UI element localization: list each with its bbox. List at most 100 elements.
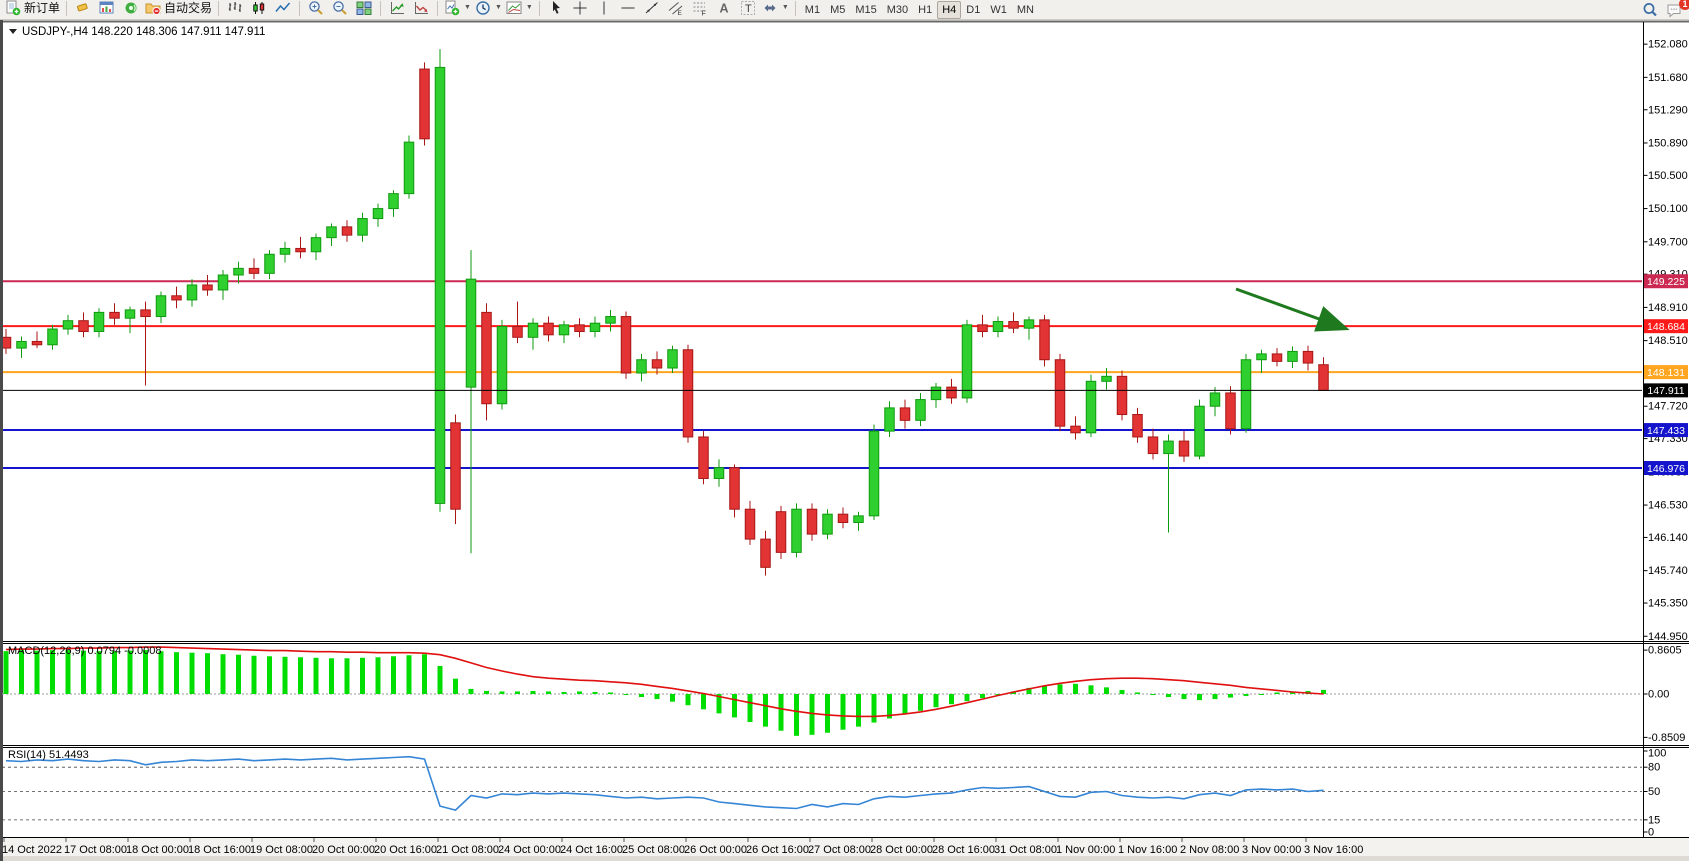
macd-bar: [918, 694, 923, 711]
horizontal-line-icon: [620, 0, 636, 16]
candle: [528, 323, 538, 337]
timeframe-w1-button[interactable]: W1: [985, 2, 1012, 18]
candle: [373, 209, 383, 219]
time-axis-label: 26 Oct 00:00: [684, 844, 747, 856]
svg-text:144.950: 144.950: [1648, 631, 1688, 643]
svg-text:0: 0: [1648, 827, 1654, 839]
macd-bar: [1042, 686, 1047, 694]
cursor-icon: [548, 0, 564, 16]
macd-bar: [314, 658, 319, 694]
auto-trading-icon: [145, 0, 161, 16]
macd-bar: [283, 657, 288, 694]
macd-bar: [841, 694, 846, 730]
eraser-button[interactable]: [71, 0, 95, 17]
macd-bar: [252, 656, 257, 694]
svg-text:0.00: 0.00: [1648, 689, 1669, 701]
chart-title: USDJPY-,H4 148.220 148.306 147.911 147.9…: [22, 26, 265, 38]
candle: [1148, 437, 1158, 454]
candle: [590, 323, 600, 331]
chat-button[interactable]: 1: [1662, 1, 1686, 19]
svg-text:147.720: 147.720: [1648, 401, 1688, 413]
timeframe-h4-button[interactable]: H4: [937, 1, 961, 19]
macd-bar: [391, 656, 396, 694]
zoom-in-button[interactable]: [304, 0, 328, 17]
add-indicator-button[interactable]: ▼: [442, 0, 473, 17]
timeframe-d1-button[interactable]: D1: [961, 2, 985, 18]
bar-chart-button[interactable]: [223, 0, 247, 17]
timeframe-m30-button[interactable]: M30: [882, 2, 913, 18]
macd-bar: [624, 694, 629, 695]
bar-chart-icon: [227, 0, 243, 16]
auto-trading-button[interactable]: 自动交易: [143, 0, 214, 17]
cursor-button[interactable]: [544, 0, 568, 17]
chevron-down-icon: ▼: [782, 4, 789, 11]
candle: [1164, 441, 1174, 453]
indicator-window-button[interactable]: [409, 0, 433, 17]
timeframe-mn-button[interactable]: MN: [1012, 2, 1039, 18]
candle: [296, 248, 306, 251]
equidistant-channel-button[interactable]: E: [664, 0, 688, 17]
period-clock-button[interactable]: ▼: [473, 0, 504, 17]
macd-bar: [810, 694, 815, 735]
market-watch-button[interactable]: [95, 0, 119, 17]
indicator-list-button[interactable]: [385, 0, 409, 17]
timeframe-h1-button[interactable]: H1: [913, 2, 937, 18]
fibonacci-button[interactable]: F: [688, 0, 712, 17]
toolbar-separator: [380, 1, 381, 16]
macd-bar: [825, 694, 830, 733]
macd-bar: [934, 694, 939, 707]
macd-bar: [949, 694, 954, 704]
timeframe-m1-button[interactable]: M1: [800, 2, 825, 18]
macd-bar: [205, 653, 210, 694]
candle-chart-button[interactable]: [247, 0, 271, 17]
candle: [730, 468, 740, 510]
timeframe-m5-button[interactable]: M5: [825, 2, 850, 18]
candle: [947, 387, 957, 398]
signals-icon: [123, 0, 139, 16]
indicator-window-icon: [413, 0, 429, 16]
svg-text:150.890: 150.890: [1648, 137, 1688, 149]
svg-text:148.510: 148.510: [1648, 335, 1688, 347]
candle: [807, 509, 817, 534]
crosshair-button[interactable]: [568, 0, 592, 17]
macd-bar: [577, 691, 582, 694]
text-button[interactable]: A: [712, 0, 736, 17]
candle: [854, 516, 864, 523]
candle: [869, 431, 879, 516]
candle: [1195, 406, 1205, 456]
time-axis-label: 14 Oct 2022: [2, 844, 62, 856]
tile-windows-icon: [356, 0, 372, 16]
toolbar-separator: [299, 1, 300, 16]
candle: [451, 423, 461, 509]
macd-bar: [655, 694, 660, 699]
macd-bar: [872, 694, 877, 723]
shapes-icon: [762, 0, 778, 16]
macd-bar: [236, 655, 241, 694]
svg-text:F: F: [701, 10, 705, 16]
macd-bar: [1058, 684, 1063, 694]
signals-button[interactable]: [119, 0, 143, 17]
shapes-button[interactable]: ▼: [760, 0, 791, 17]
macd-label: MACD(12,26,9) 0.0794 -0.0008: [8, 645, 161, 657]
search-button[interactable]: [1638, 1, 1662, 19]
candle: [1257, 354, 1267, 360]
candle: [342, 227, 352, 235]
toolbar-separator: [795, 1, 796, 16]
timeframe-m15-button[interactable]: M15: [850, 2, 881, 18]
time-axis-label: 25 Oct 08:00: [622, 844, 685, 856]
trendline-button[interactable]: [640, 0, 664, 17]
notification-badge: 1: [1679, 0, 1689, 10]
text-label-button[interactable]: T: [736, 0, 760, 17]
macd-bar: [221, 654, 226, 694]
new-order-button[interactable]: 新订单: [3, 0, 62, 17]
tile-windows-button[interactable]: [352, 0, 376, 17]
time-axis-label: 1 Nov 00:00: [1056, 844, 1115, 856]
horizontal-line-button[interactable]: [616, 0, 640, 17]
vertical-line-button[interactable]: [592, 0, 616, 17]
zoom-out-button[interactable]: [328, 0, 352, 17]
macd-bar: [546, 691, 551, 694]
template-chart-button[interactable]: ▼: [504, 0, 535, 17]
line-chart-button[interactable]: [271, 0, 295, 17]
macd-bar: [732, 694, 737, 717]
time-axis-label: 19 Oct 08:00: [250, 844, 313, 856]
